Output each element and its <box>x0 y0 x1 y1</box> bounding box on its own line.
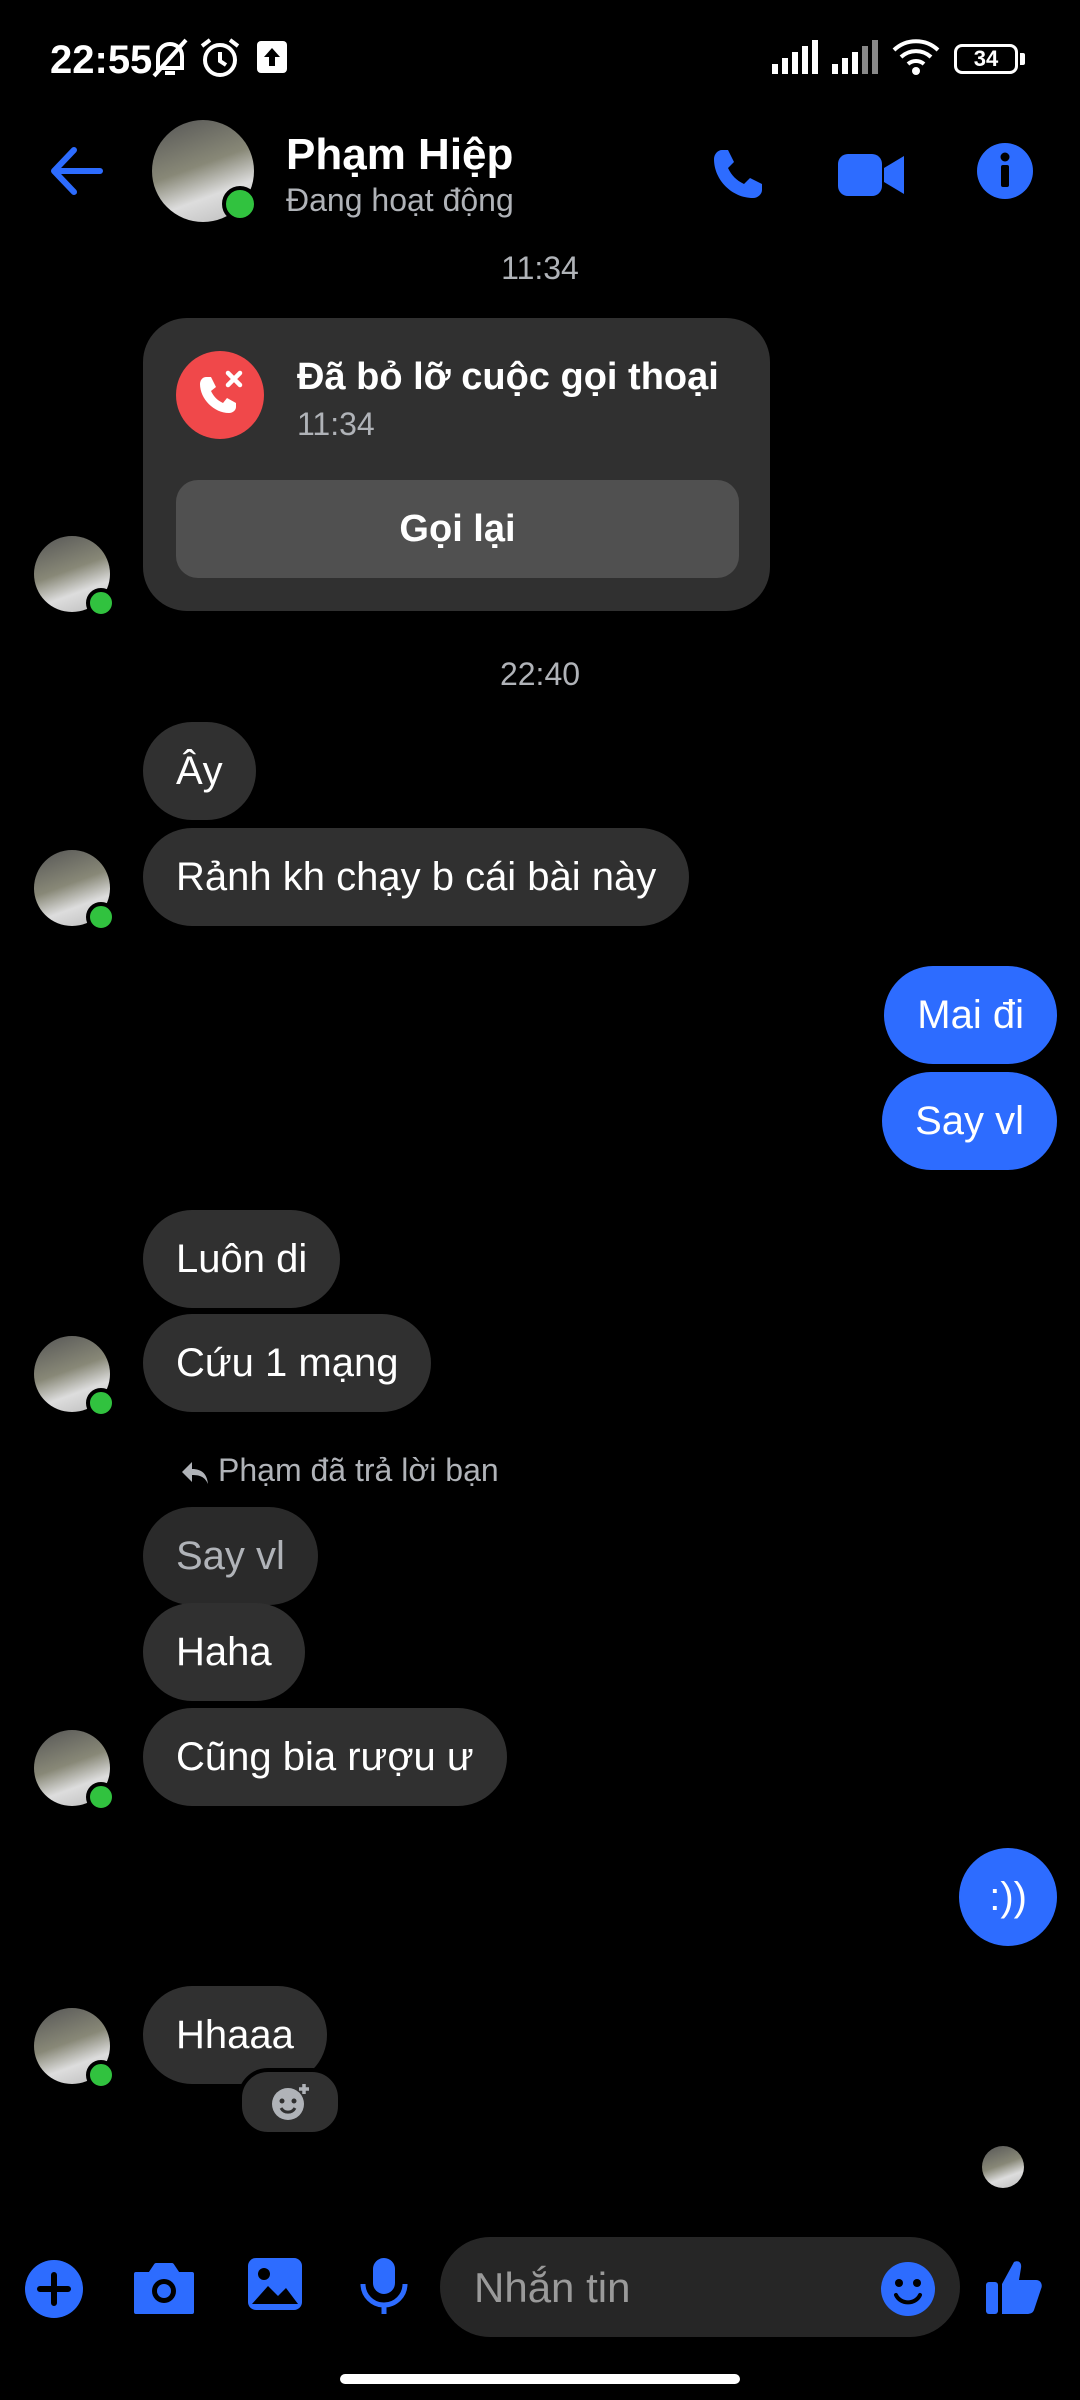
quoted-message[interactable]: Say vl <box>143 1507 318 1605</box>
signal-icon <box>772 40 822 74</box>
mute-bell-icon <box>150 36 190 80</box>
message-bubble-received[interactable]: Luôn di <box>143 1210 341 1308</box>
mic-icon[interactable] <box>358 2256 410 2316</box>
timestamp: 22:40 <box>499 656 581 692</box>
seen-avatar <box>982 2146 1024 2188</box>
online-indicator <box>86 902 116 932</box>
alarm-icon <box>198 36 242 80</box>
signal-icon <box>832 40 882 74</box>
emoji-icon[interactable] <box>880 2261 936 2317</box>
conversation-header: Phạm Hiệp Đang hoạt động <box>0 110 1080 240</box>
home-indicator[interactable] <box>340 2374 740 2384</box>
message-input[interactable] <box>472 2237 876 2339</box>
video-camera-icon[interactable] <box>838 152 904 198</box>
message-bubble-received[interactable]: Haha <box>143 1603 305 1701</box>
reply-notice: Phạm đã trả lời bạn <box>180 1452 499 1489</box>
message-composer[interactable] <box>440 2237 960 2339</box>
missed-call-title: Đã bỏ lỡ cuộc gọi thoại <box>297 356 719 398</box>
online-indicator <box>86 2060 116 2090</box>
thumbs-up-icon[interactable] <box>984 2256 1044 2316</box>
call-back-button[interactable]: Gọi lại <box>176 480 739 578</box>
contact-name[interactable]: Phạm Hiệp <box>286 130 513 180</box>
online-indicator <box>86 1388 116 1418</box>
message-bubble-sent[interactable]: Mai đi <box>884 966 1057 1064</box>
contact-status: Đang hoạt động <box>286 182 514 218</box>
message-bubble-sent[interactable]: Say vl <box>882 1072 1057 1170</box>
timestamp: 11:34 <box>501 250 579 286</box>
add-reaction-button[interactable] <box>238 2068 342 2136</box>
online-indicator <box>86 1782 116 1812</box>
camera-icon[interactable] <box>132 2260 196 2316</box>
message-bubble-received[interactable]: Ây <box>143 722 256 820</box>
battery-tip <box>1020 53 1025 65</box>
info-icon[interactable] <box>976 142 1034 200</box>
message-bubble-received[interactable]: Cũng bia rượu ư <box>143 1708 507 1806</box>
message-bubble-sent[interactable]: :)) <box>959 1848 1057 1946</box>
upload-icon <box>256 40 288 74</box>
back-arrow-icon[interactable] <box>48 146 104 196</box>
add-reaction-icon <box>270 2082 312 2122</box>
battery-level: 34 <box>973 46 999 71</box>
missed-call-time: 11:34 <box>297 406 375 442</box>
reply-notice-text: Phạm đã trả lời bạn <box>218 1452 499 1488</box>
plus-icon[interactable] <box>24 2259 84 2319</box>
wifi-icon <box>892 38 940 76</box>
reply-arrow-icon <box>180 1460 210 1486</box>
message-bubble-received[interactable]: Cứu 1 mạng <box>143 1314 432 1412</box>
online-indicator <box>86 588 116 618</box>
missed-call-card: Đã bỏ lỡ cuộc gọi thoại 11:34 Gọi lại <box>143 318 770 611</box>
online-indicator <box>222 186 258 222</box>
status-time: 22:55 <box>50 38 153 82</box>
missed-call-icon <box>176 351 264 439</box>
image-icon[interactable] <box>246 2256 304 2312</box>
message-bubble-received[interactable]: Rảnh kh chạy b cái bài này <box>143 828 690 926</box>
battery-icon: 34 <box>954 44 1018 74</box>
phone-icon[interactable] <box>710 146 766 202</box>
status-bar: 22:55 34 <box>0 0 1080 120</box>
